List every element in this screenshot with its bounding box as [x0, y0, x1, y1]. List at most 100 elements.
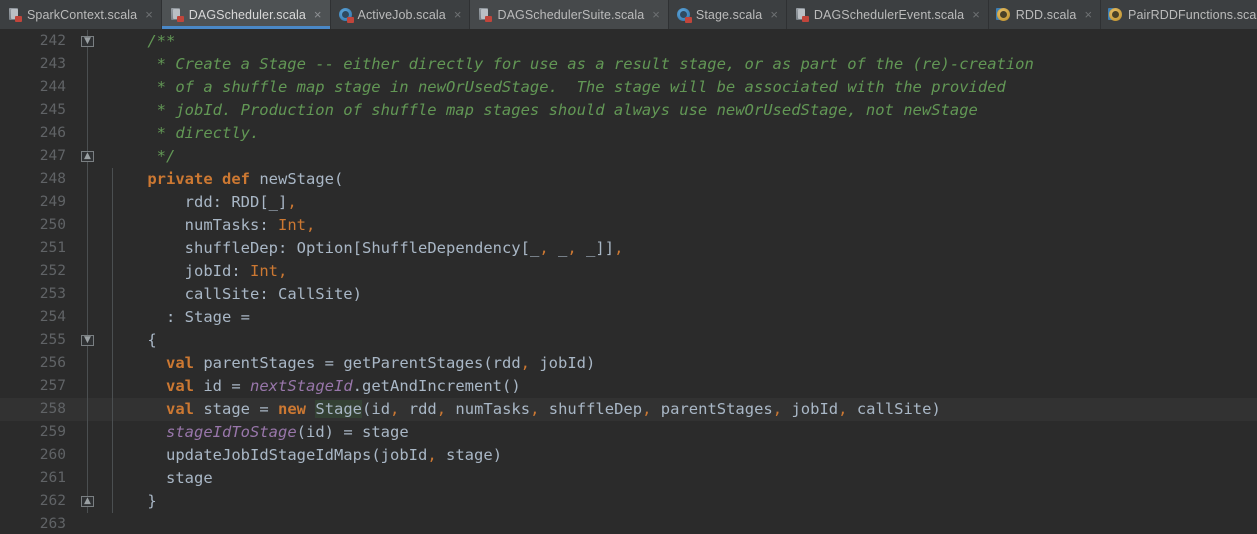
line-number: 251: [39, 240, 66, 256]
fold-gutter-cell[interactable]: [75, 53, 101, 76]
close-icon[interactable]: ×: [1083, 8, 1093, 21]
fold-region-line: [87, 398, 88, 421]
fold-gutter-cell[interactable]: ▲: [75, 490, 101, 513]
fold-region-line: [87, 467, 88, 490]
close-icon[interactable]: ×: [971, 8, 981, 21]
fold-end-icon[interactable]: ▲: [81, 151, 94, 162]
fold-gutter-cell[interactable]: [75, 168, 101, 191]
code-line[interactable]: 256 val parentStages = getParentStages(r…: [0, 352, 1257, 375]
close-icon[interactable]: ×: [651, 8, 661, 21]
code-line-text: * of a shuffle map stage in newOrUsedSta…: [110, 78, 1006, 96]
fold-gutter-cell[interactable]: [75, 352, 101, 375]
fold-gutter-cell[interactable]: [75, 237, 101, 260]
close-icon[interactable]: ×: [453, 8, 463, 21]
fold-gutter-cell[interactable]: [75, 398, 101, 421]
fold-gutter-cell[interactable]: [75, 191, 101, 214]
editor-tab-bar: SparkContext.scala × DAGScheduler.scala × Ac…: [0, 0, 1257, 30]
editor-tab-label: DAGSchedulerSuite.scala: [497, 7, 645, 22]
line-number: 250: [39, 217, 66, 233]
fold-gutter-cell[interactable]: [75, 444, 101, 467]
editor-tab-sparkcontext-scala[interactable]: SparkContext.scala ×: [0, 0, 162, 29]
line-number: 261: [39, 470, 66, 486]
indent-guide: [112, 421, 113, 444]
scala-class-icon: [676, 7, 692, 23]
code-line[interactable]: 248 private def newStage(: [0, 168, 1257, 191]
fold-collapse-icon[interactable]: ▼: [81, 335, 94, 346]
code-line[interactable]: 262 ▲ }: [0, 490, 1257, 513]
code-line-text: rdd: RDD[_],: [101, 191, 1257, 214]
code-line[interactable]: 246 * directly.: [0, 122, 1257, 145]
editor-tab-stage-scala[interactable]: Stage.scala ×: [668, 0, 787, 29]
fold-gutter-cell[interactable]: [75, 283, 101, 306]
editor-tab-dagscheduler-scala[interactable]: DAGScheduler.scala ×: [161, 0, 331, 29]
fold-gutter-cell[interactable]: [75, 421, 101, 444]
indent-guide: [112, 283, 113, 306]
code-line[interactable]: 251 shuffleDep: Option[ShuffleDependency…: [0, 237, 1257, 260]
code-line[interactable]: 253 callSite: CallSite): [0, 283, 1257, 306]
code-editor[interactable]: 242 ▼ /** 243 * Create a Stage -- either d…: [0, 30, 1257, 534]
fold-gutter-cell[interactable]: [75, 260, 101, 283]
code-line[interactable]: 250 numTasks: Int,: [0, 214, 1257, 237]
code-line-text: stage: [101, 467, 1257, 490]
fold-gutter-cell[interactable]: [75, 306, 101, 329]
code-line-text: */: [110, 147, 176, 165]
fold-region-line: [87, 122, 88, 145]
code-line[interactable]: 245 * jobId. Production of shuffle map s…: [0, 99, 1257, 122]
line-number: 245: [39, 102, 66, 118]
fold-gutter-cell[interactable]: ▼: [75, 30, 101, 53]
indent-guide: [112, 329, 113, 352]
scala-class-icon: [338, 7, 354, 23]
close-icon[interactable]: ×: [144, 8, 154, 21]
code-line[interactable]: 242 ▼ /**: [0, 30, 1257, 53]
line-number: 247: [39, 148, 66, 164]
fold-gutter-cell[interactable]: ▼: [75, 329, 101, 352]
editor-tab-activejob-scala[interactable]: ActiveJob.scala ×: [330, 0, 471, 29]
line-number: 257: [39, 378, 66, 394]
line-number: 244: [39, 79, 66, 95]
code-line[interactable]: 259 stageIdToStage(id) = stage: [0, 421, 1257, 444]
fold-gutter-cell[interactable]: [75, 214, 101, 237]
line-number: 260: [39, 447, 66, 463]
code-line[interactable]: 254 : Stage =: [0, 306, 1257, 329]
code-line[interactable]: 261 stage: [0, 467, 1257, 490]
line-number: 249: [39, 194, 66, 210]
scala-file-icon: [795, 7, 809, 22]
code-line[interactable]: 260 updateJobIdStageIdMaps(jobId, stage): [0, 444, 1257, 467]
scala-object-icon: [1108, 7, 1123, 22]
code-line[interactable]: 247 ▲ */: [0, 145, 1257, 168]
code-line[interactable]: 252 jobId: Int,: [0, 260, 1257, 283]
indent-guide: [112, 375, 113, 398]
close-icon[interactable]: ×: [769, 8, 779, 21]
code-line[interactable]: 255 ▼ {: [0, 329, 1257, 352]
code-line[interactable]: 263: [0, 513, 1257, 534]
editor-tab-dagschedulersuite-scala[interactable]: DAGSchedulerSuite.scala ×: [470, 0, 669, 29]
fold-region-line: [87, 237, 88, 260]
scala-object-icon: [995, 7, 1011, 22]
fold-gutter-cell[interactable]: [75, 467, 101, 490]
code-line[interactable]: 249 rdd: RDD[_],: [0, 191, 1257, 214]
editor-tab-pairrddfunctions-scala[interactable]: PairRDDFunctions.scala×: [1101, 0, 1257, 29]
editor-tab-label: DAGScheduler.scala: [188, 7, 306, 22]
editor-tab-rdd-scala[interactable]: RDD.scala ×: [988, 0, 1102, 29]
code-line-text: * jobId. Production of shuffle map stage…: [110, 101, 978, 119]
fold-region-line: [87, 283, 88, 306]
fold-gutter-cell[interactable]: [75, 99, 101, 122]
fold-collapse-icon[interactable]: ▼: [81, 36, 94, 47]
indent-guide: [112, 398, 113, 421]
fold-end-icon[interactable]: ▲: [81, 496, 94, 507]
code-line[interactable]: 243 * Create a Stage -- either directly …: [0, 53, 1257, 76]
fold-gutter-cell[interactable]: ▲: [75, 145, 101, 168]
editor-tab-dagschedulerevent-scala[interactable]: DAGSchedulerEvent.scala ×: [786, 0, 989, 29]
close-icon[interactable]: ×: [313, 8, 323, 21]
code-line[interactable]: 258 val stage = new Stage(id, rdd, numTa…: [0, 398, 1257, 421]
fold-gutter-cell[interactable]: [75, 76, 101, 99]
code-line[interactable]: 257 val id = nextStageId.getAndIncrement…: [0, 375, 1257, 398]
fold-gutter-cell[interactable]: [75, 122, 101, 145]
fold-gutter-cell[interactable]: [75, 513, 101, 534]
indent-guide: [112, 168, 113, 191]
code-line[interactable]: 244 * of a shuffle map stage in newOrUse…: [0, 76, 1257, 99]
fold-gutter-cell[interactable]: [75, 375, 101, 398]
code-content[interactable]: 242 ▼ /** 243 * Create a Stage -- either d…: [0, 30, 1257, 534]
fold-region-line: [87, 306, 88, 329]
scala-file-icon: [170, 7, 184, 22]
